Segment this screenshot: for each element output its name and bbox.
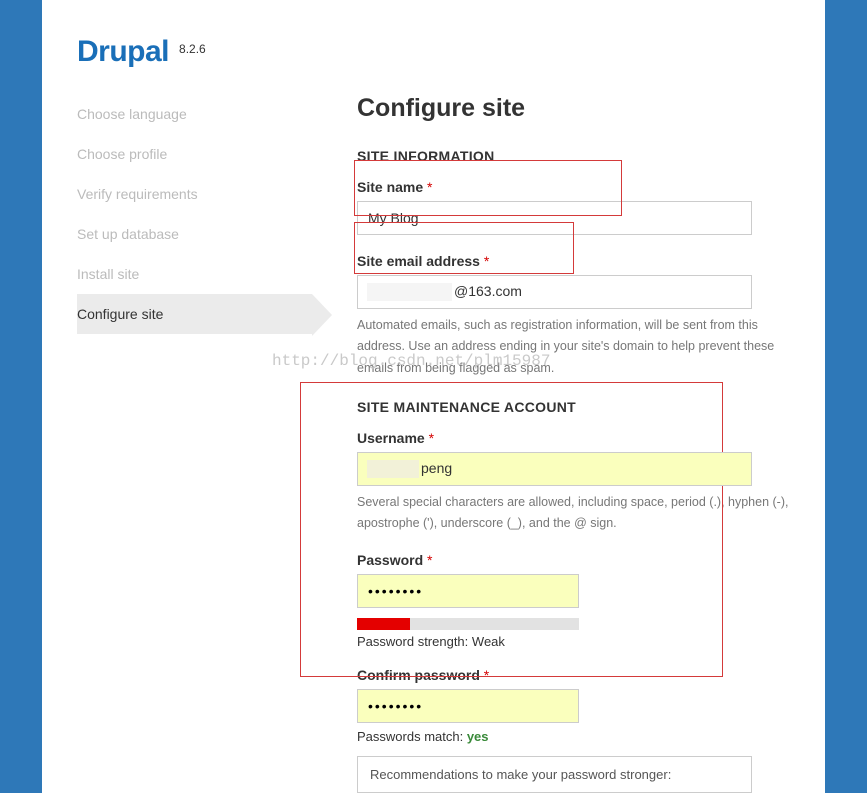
redacted-overlay xyxy=(367,283,452,301)
confirm-password-label: Confirm password * xyxy=(357,667,790,683)
match-yes: yes xyxy=(467,729,489,744)
sidebar-item-configure[interactable]: Configure site xyxy=(77,294,312,334)
username-suffix: peng xyxy=(421,460,452,476)
password-strength-text: Password strength: Weak xyxy=(357,634,790,649)
required-mark: * xyxy=(484,253,489,269)
section-maintenance-account: SITE MAINTENANCE ACCOUNT xyxy=(357,399,790,415)
sidebar-item-requirements[interactable]: Verify requirements xyxy=(77,174,312,214)
header: Drupal 8.2.6 xyxy=(77,35,825,69)
email-suffix: @163.com xyxy=(454,283,522,299)
required-mark: * xyxy=(427,179,432,195)
required-mark: * xyxy=(429,430,434,446)
password-input[interactable] xyxy=(357,574,579,608)
password-match-text: Passwords match: yes xyxy=(357,729,790,744)
page-title: Configure site xyxy=(357,94,790,123)
field-confirm-password: Confirm password * Passwords match: yes xyxy=(357,667,790,744)
site-email-label: Site email address * xyxy=(357,253,790,269)
field-site-name: Site name * xyxy=(357,179,790,235)
required-mark: * xyxy=(427,552,432,568)
password-recommendations: Recommendations to make your password st… xyxy=(357,756,752,793)
main-form: http://blog.csdn.net/plm15987 Configure … xyxy=(312,94,825,793)
redacted-overlay xyxy=(367,460,419,478)
sidebar-item-profile[interactable]: Choose profile xyxy=(77,134,312,174)
progress-sidebar: Choose language Choose profile Verify re… xyxy=(77,94,312,793)
content-area: Choose language Choose profile Verify re… xyxy=(77,94,825,793)
required-mark: * xyxy=(484,667,489,683)
confirm-password-input[interactable] xyxy=(357,689,579,723)
field-site-email: Site email address * @163.com Automated … xyxy=(357,253,790,379)
password-label: Password * xyxy=(357,552,790,568)
site-email-help: Automated emails, such as registration i… xyxy=(357,315,790,379)
version-label: 8.2.6 xyxy=(179,42,206,56)
sidebar-item-language[interactable]: Choose language xyxy=(77,94,312,134)
installer-page: Drupal 8.2.6 Choose language Choose prof… xyxy=(42,0,825,793)
username-help: Several special characters are allowed, … xyxy=(357,492,790,535)
password-strength-fill xyxy=(357,618,410,630)
site-name-input[interactable] xyxy=(357,201,752,235)
field-username: Username * peng Several special characte… xyxy=(357,430,790,535)
sidebar-item-install[interactable]: Install site xyxy=(77,254,312,294)
section-site-information: SITE INFORMATION xyxy=(357,148,790,164)
site-name-label: Site name * xyxy=(357,179,790,195)
username-label: Username * xyxy=(357,430,790,446)
field-password: Password * Password strength: Weak xyxy=(357,552,790,649)
password-strength-bar xyxy=(357,618,579,630)
sidebar-item-database[interactable]: Set up database xyxy=(77,214,312,254)
brand-logo: Drupal xyxy=(77,35,169,69)
